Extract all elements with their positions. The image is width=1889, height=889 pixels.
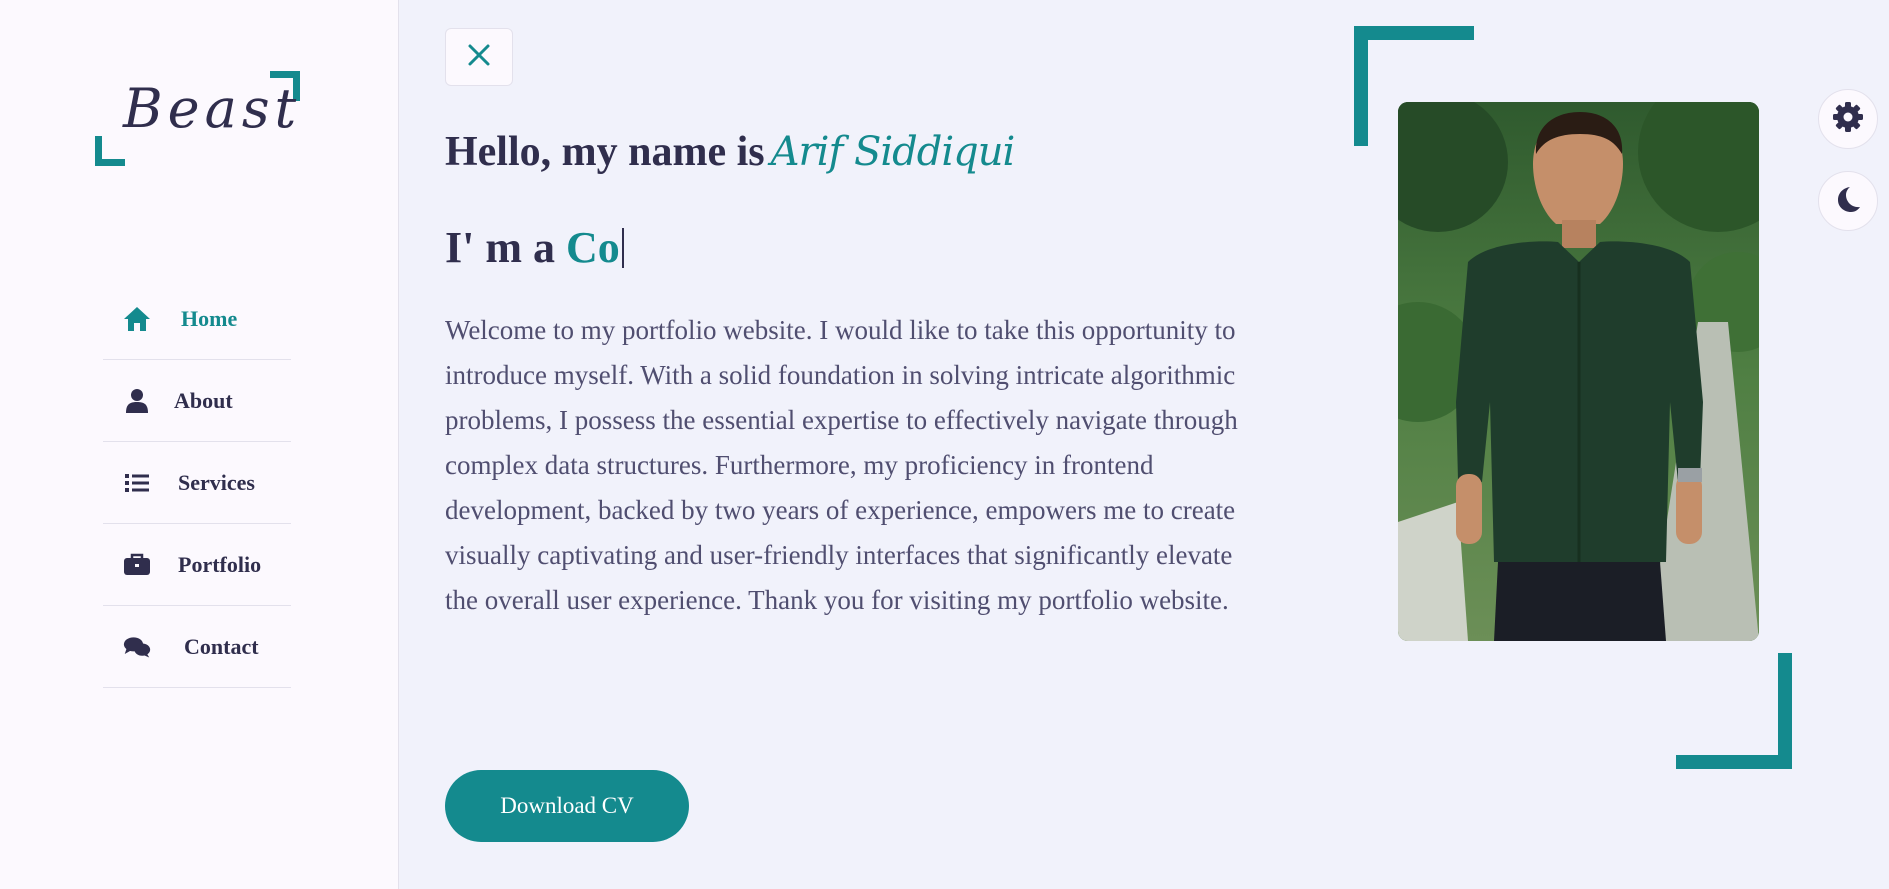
close-button[interactable] bbox=[445, 28, 513, 86]
nav-item-home[interactable]: Home bbox=[103, 278, 291, 360]
hero-intro: Welcome to my portfolio website. I would… bbox=[445, 315, 1238, 615]
logo-corner-bottom-left bbox=[95, 136, 125, 166]
typing-cursor bbox=[621, 228, 624, 268]
nav-label-services: Services bbox=[178, 469, 255, 495]
hero-name: Arif Siddiqui bbox=[770, 129, 1016, 175]
nav-item-about[interactable]: About bbox=[103, 360, 291, 442]
list-icon bbox=[123, 470, 151, 496]
logo[interactable]: Beast bbox=[95, 71, 300, 166]
briefcase-icon bbox=[123, 552, 151, 578]
hero-role: I' m a Co bbox=[445, 222, 624, 273]
main-nav: Home About Services Portfolio Contact bbox=[103, 278, 291, 688]
gear-icon bbox=[1832, 101, 1864, 138]
nav-label-portfolio: Portfolio bbox=[178, 551, 262, 577]
nav-label-home: Home bbox=[181, 305, 238, 331]
nav-item-contact[interactable]: Contact bbox=[103, 606, 291, 688]
photo-frame-bottom-right bbox=[1676, 653, 1792, 769]
nav-item-portfolio[interactable]: Portfolio bbox=[103, 524, 291, 606]
hero-greeting: Hello, my name is Arif Siddiqui bbox=[445, 128, 1016, 176]
moon-icon bbox=[1833, 184, 1863, 219]
theme-toggle-button[interactable] bbox=[1818, 171, 1878, 231]
nav-label-contact: Contact bbox=[184, 633, 259, 659]
sidebar: Beast Home About Services Portfolio Cont… bbox=[0, 0, 399, 889]
comments-icon bbox=[123, 634, 151, 660]
nav-label-about: About bbox=[174, 387, 233, 413]
role-prefix: I' m a bbox=[445, 223, 555, 272]
profile-photo bbox=[1398, 102, 1759, 641]
download-cv-button[interactable]: Download CV bbox=[445, 770, 689, 842]
close-icon bbox=[466, 42, 492, 73]
nav-item-services[interactable]: Services bbox=[103, 442, 291, 524]
settings-button[interactable] bbox=[1818, 89, 1878, 149]
greeting-text: Hello, my name is bbox=[445, 129, 765, 175]
home-icon bbox=[123, 306, 151, 332]
logo-text: Beast bbox=[123, 77, 302, 140]
user-icon bbox=[123, 388, 151, 414]
role-typed-text: Co bbox=[566, 223, 620, 272]
